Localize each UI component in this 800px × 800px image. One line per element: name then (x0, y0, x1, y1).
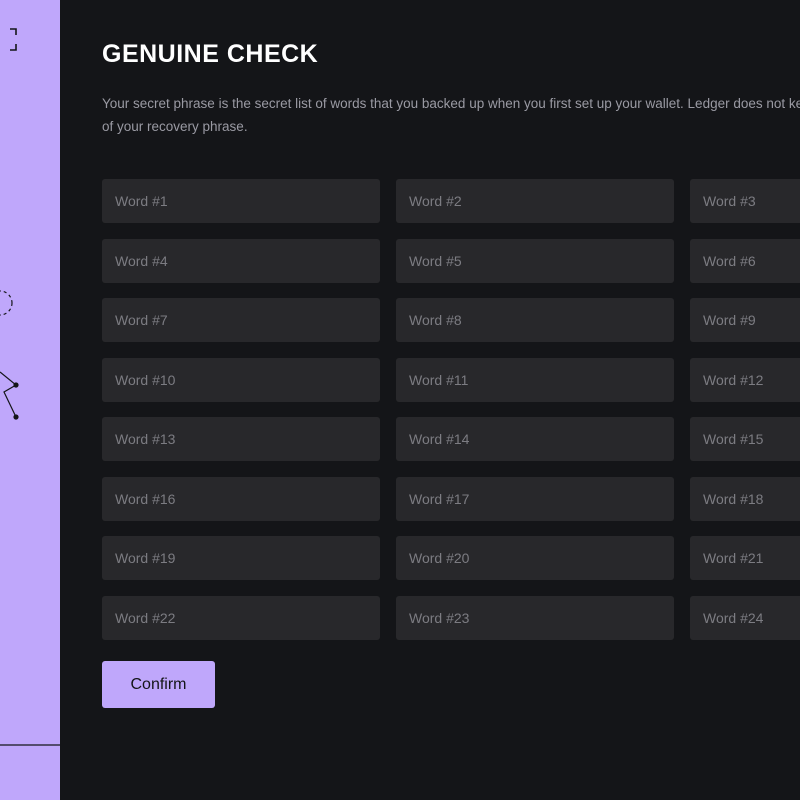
word-input-9[interactable] (690, 298, 800, 342)
word-input-13[interactable] (102, 417, 380, 461)
page-title: GENUINE CHECK (102, 40, 319, 68)
main-content: GENUINE CHECK Your secret phrase is the … (60, 0, 800, 800)
word-input-19[interactable] (102, 536, 380, 580)
word-input-21[interactable] (690, 536, 800, 580)
word-input-18[interactable] (690, 476, 800, 521)
word-input-2[interactable] (396, 179, 674, 223)
side-illustration (0, 28, 60, 746)
word-input-6[interactable] (690, 238, 800, 283)
confirm-button[interactable]: Confirm (102, 661, 215, 708)
word-input-1[interactable] (102, 179, 380, 223)
side-illustration-panel (0, 0, 60, 800)
word-input-17[interactable] (396, 476, 674, 521)
word-input-8[interactable] (396, 298, 674, 342)
word-input-12[interactable] (690, 357, 800, 402)
word-input-10[interactable] (102, 357, 380, 402)
recovery-phrase-grid (102, 179, 800, 640)
zigzag-line-icon (0, 371, 19, 420)
word-input-3[interactable] (690, 179, 800, 223)
description-text: Your secret phrase is the secret list of… (102, 96, 800, 134)
word-input-20[interactable] (396, 536, 674, 580)
word-input-14[interactable] (396, 417, 674, 461)
word-input-16[interactable] (102, 476, 380, 521)
word-input-11[interactable] (396, 357, 674, 402)
word-input-23[interactable] (396, 595, 674, 640)
dashed-circle-icon (0, 290, 13, 316)
word-input-15[interactable] (690, 417, 800, 461)
word-input-24[interactable] (690, 595, 800, 640)
word-input-22[interactable] (102, 595, 380, 640)
word-input-4[interactable] (102, 238, 380, 283)
word-input-5[interactable] (396, 238, 674, 283)
word-input-7[interactable] (102, 298, 380, 342)
page: GENUINE CHECK Your secret phrase is the … (0, 0, 800, 800)
corner-bracket-icon (10, 28, 17, 51)
